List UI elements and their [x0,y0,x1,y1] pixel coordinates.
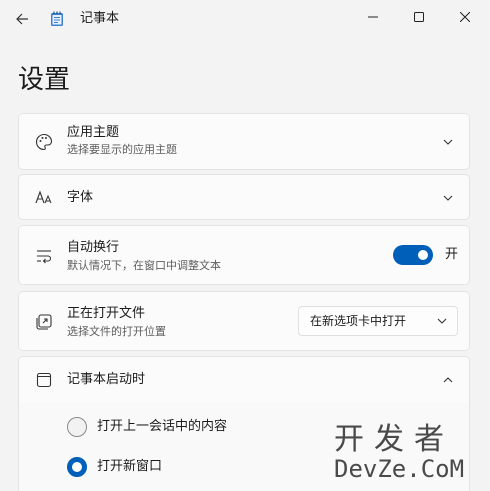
word-wrap-icon [35,247,53,265]
theme-label: 应用主题 [67,125,120,140]
back-button[interactable] [8,5,36,33]
theme-description: 选择要显示的应用主题 [67,143,177,156]
word-wrap-setting-card: 自动换行 默认情况下，在窗口中调整文本 开 [18,225,470,285]
startup-label: 记事本启动时 [67,372,146,387]
word-wrap-label: 自动换行 [67,240,120,255]
watermark-cn: 开发者 [334,422,454,457]
app-title: 记事本 [80,11,120,26]
word-wrap-toggle[interactable] [393,245,433,265]
palette-icon [35,133,53,151]
radio-new-window-label[interactable]: 打开新窗口 [97,459,162,475]
theme-setting-card[interactable]: 应用主题 选择要显示的应用主题 [18,113,470,170]
title-bar: 记事本 [0,0,490,36]
radio-previous-session-label[interactable]: 打开上一会话中的内容 [97,419,227,435]
open-files-setting-card: 正在打开文件 选择文件的打开位置 在新选项卡中打开 [18,291,470,351]
open-files-dropdown[interactable]: 在新选项卡中打开 [298,306,458,336]
radio-new-window[interactable] [67,457,87,477]
maximize-button[interactable] [396,3,442,31]
open-files-selected: 在新选项卡中打开 [310,314,407,328]
minimize-icon [368,16,378,18]
page-title: 设置 [18,65,71,95]
maximize-icon [414,12,424,22]
open-file-icon [35,313,53,331]
chevron-down-icon[interactable] [441,135,455,149]
chevron-up-icon[interactable] [441,373,455,387]
minimize-button[interactable] [350,3,396,31]
font-setting-card[interactable]: 字体 [18,174,470,220]
close-icon [460,12,470,22]
window-icon [35,371,53,389]
watermark-en: DevZe.CoM [334,455,465,483]
chevron-down-icon[interactable] [441,191,455,205]
font-icon [35,189,53,207]
close-button[interactable] [442,3,488,31]
radio-previous-session[interactable] [67,417,87,437]
notepad-icon [50,11,64,27]
font-label: 字体 [67,190,94,205]
chevron-down-icon [437,318,447,324]
back-arrow-icon [16,13,28,25]
open-files-label: 正在打开文件 [67,306,146,321]
open-files-description: 选择文件的打开位置 [67,325,166,338]
word-wrap-state: 开 [445,247,459,262]
word-wrap-description: 默认情况下，在窗口中调整文本 [67,259,221,272]
startup-setting-card[interactable]: 记事本启动时 [18,356,470,404]
toggle-knob [418,250,428,260]
